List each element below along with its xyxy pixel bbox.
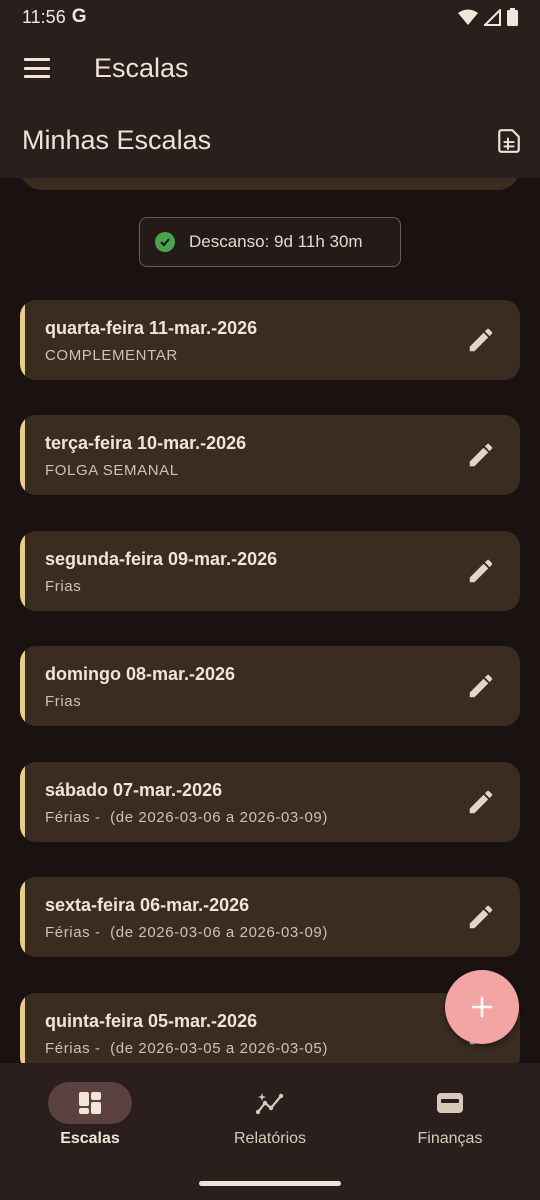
home-indicator[interactable] — [199, 1181, 341, 1186]
card-accent — [20, 877, 25, 957]
edit-pencil-icon[interactable] — [466, 440, 496, 470]
app-title: Escalas — [94, 52, 189, 83]
rest-status-chip: Descanso: 9d 11h 30m — [139, 217, 401, 267]
signal-icon — [484, 8, 501, 26]
edit-pencil-icon[interactable] — [466, 902, 496, 932]
status-time: 11:56 — [22, 6, 66, 27]
battery-icon — [507, 8, 518, 26]
rest-text: Descanso: 9d 11h 30m — [189, 232, 363, 251]
edit-pencil-icon[interactable] — [466, 556, 496, 586]
card-date: sexta-feira 06-mar.-2026 — [45, 895, 250, 915]
add-schedule-button[interactable] — [445, 970, 519, 1044]
status-bar: 11:56 G — [0, 0, 540, 34]
card-accent — [20, 646, 25, 726]
plus-icon — [471, 996, 493, 1018]
schedule-card[interactable]: quarta-feira 11-mar.-2026 COMPLEMENTAR — [20, 300, 520, 380]
partially-visible-card — [20, 178, 520, 190]
card-date: terça-feira 10-mar.-2026 — [45, 433, 247, 453]
section-header: Minhas Escalas — [0, 102, 540, 178]
schedule-card[interactable]: segunda-feira 09-mar.-2026 Frias — [20, 531, 520, 611]
card-date: sábado 07-mar.-2026 — [45, 780, 223, 800]
sheet-document-icon[interactable] — [496, 128, 522, 154]
google-logo-icon: G — [71, 6, 87, 27]
card-accent — [20, 531, 25, 611]
edit-pencil-icon[interactable] — [466, 325, 496, 355]
insights-icon — [255, 1093, 284, 1115]
active-nav-indicator — [48, 1082, 132, 1124]
card-accent — [20, 300, 25, 380]
card-description: Férias - (de 2026-03-06 a 2026-03-09) — [45, 924, 328, 941]
wifi-icon — [458, 9, 478, 25]
card-date: quarta-feira 11-mar.-2026 — [45, 318, 258, 338]
nav-item-financas[interactable]: Finanças — [360, 1063, 540, 1163]
nav-item-relatorios[interactable]: Relatórios — [180, 1063, 360, 1163]
wallet-icon — [437, 1093, 463, 1113]
check-circle-icon — [155, 232, 175, 252]
card-description: Frias — [45, 578, 82, 595]
card-description: FOLGA SEMANAL — [45, 462, 179, 479]
section-title: Minhas Escalas — [22, 124, 212, 155]
card-accent — [20, 415, 25, 495]
card-description: Frias — [45, 693, 82, 710]
card-date: domingo 08-mar.-2026 — [45, 664, 236, 684]
nav-label: Finanças — [417, 1130, 483, 1147]
edit-pencil-icon[interactable] — [466, 787, 496, 817]
card-accent — [20, 762, 25, 842]
schedule-list[interactable]: Descanso: 9d 11h 30m quarta-feira 11-mar… — [0, 178, 540, 1063]
card-description: Férias - (de 2026-03-05 a 2026-03-05) — [45, 1040, 328, 1057]
card-date: quinta-feira 05-mar.-2026 — [45, 1011, 258, 1031]
hamburger-menu-icon[interactable] — [24, 58, 50, 78]
schedule-card[interactable]: sexta-feira 06-mar.-2026 Férias - (de 20… — [20, 877, 520, 957]
schedule-card[interactable]: terça-feira 10-mar.-2026 FOLGA SEMANAL — [20, 415, 520, 495]
nav-item-escalas[interactable]: Escalas — [0, 1063, 180, 1163]
bottom-navigation: Escalas Relatórios Finanças — [0, 1063, 540, 1200]
schedule-card[interactable]: domingo 08-mar.-2026 Frias — [20, 646, 520, 726]
card-accent — [20, 993, 25, 1063]
dashboard-icon — [79, 1092, 101, 1114]
card-date: segunda-feira 09-mar.-2026 — [45, 549, 278, 569]
schedule-card[interactable]: sábado 07-mar.-2026 Férias - (de 2026-03… — [20, 762, 520, 842]
card-description: COMPLEMENTAR — [45, 347, 178, 364]
card-description: Férias - (de 2026-03-06 a 2026-03-09) — [45, 809, 328, 826]
edit-pencil-icon[interactable] — [466, 671, 496, 701]
nav-label: Relatórios — [233, 1130, 307, 1147]
nav-label: Escalas — [60, 1130, 120, 1147]
app-bar: Escalas — [0, 34, 540, 102]
